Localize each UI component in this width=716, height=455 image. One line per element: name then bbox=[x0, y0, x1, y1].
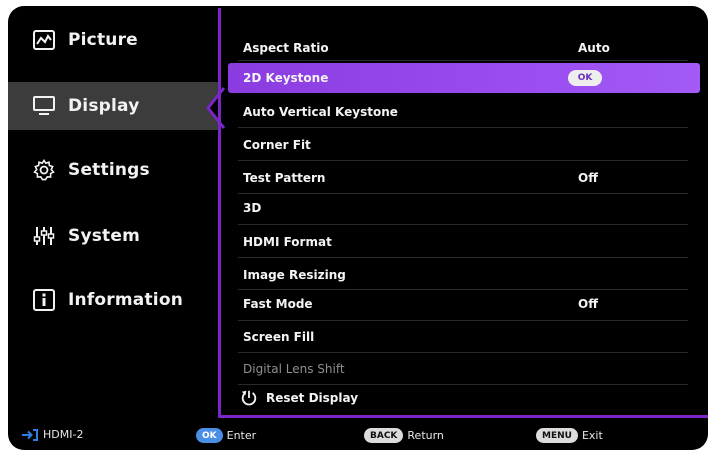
footer-return-hint: BACK Return bbox=[364, 428, 444, 443]
osd-screen: Picture Display Settings System Informat… bbox=[8, 6, 708, 450]
input-source-icon bbox=[22, 428, 38, 441]
footer-enter-hint: OK Enter bbox=[196, 428, 256, 443]
enter-label: Enter bbox=[226, 429, 257, 442]
source-indicator: HDMI-2 bbox=[22, 428, 83, 441]
menu-row-test-pattern[interactable]: Test Pattern Off bbox=[228, 162, 700, 194]
menu-bottom-line bbox=[218, 415, 708, 418]
menu-row-digital-lens-shift: Digital Lens Shift bbox=[228, 353, 700, 385]
back-key-icon: BACK bbox=[364, 428, 404, 443]
sliders-icon bbox=[32, 224, 56, 248]
selection-pointer bbox=[206, 86, 228, 130]
menu-row-hdmi-format[interactable]: HDMI Format bbox=[228, 226, 700, 258]
sidebar-item-system[interactable]: System bbox=[8, 212, 218, 260]
menu-row-value: Auto bbox=[578, 41, 610, 55]
row-separator bbox=[238, 60, 688, 61]
menu-row-image-resizing[interactable]: Image Resizing bbox=[228, 259, 700, 291]
ok-badge[interactable]: OK bbox=[568, 70, 602, 86]
menu-row-corner-fit[interactable]: Corner Fit bbox=[228, 129, 700, 161]
menu-row-label: Corner Fit bbox=[243, 138, 311, 152]
menu-row-label: 2D Keystone bbox=[243, 71, 329, 85]
menu-divider bbox=[218, 8, 221, 418]
sidebar-item-label: Settings bbox=[68, 160, 150, 180]
menu-row-3d[interactable]: 3D bbox=[228, 192, 700, 224]
menu-row-2d-keystone[interactable]: 2D Keystone OK bbox=[228, 63, 700, 93]
row-separator bbox=[238, 257, 688, 258]
menu-row-label: Auto Vertical Keystone bbox=[243, 105, 398, 119]
menu-row-label: Aspect Ratio bbox=[243, 41, 329, 55]
menu-row-label: HDMI Format bbox=[243, 235, 332, 249]
menu-row-label: 3D bbox=[243, 201, 262, 215]
monitor-icon bbox=[32, 94, 56, 118]
sidebar-item-label: Display bbox=[68, 96, 140, 116]
row-separator bbox=[238, 224, 688, 225]
footer-exit-hint: MENU Exit bbox=[536, 428, 603, 443]
menu-row-label: Screen Fill bbox=[243, 330, 315, 344]
sidebar-item-display[interactable]: Display bbox=[8, 82, 218, 130]
sidebar-item-picture[interactable]: Picture bbox=[8, 16, 218, 64]
menu-row-reset-display[interactable]: Reset Display bbox=[228, 382, 700, 414]
row-separator bbox=[238, 160, 688, 161]
menu-row-value: Off bbox=[578, 171, 598, 185]
menu-row-label: Fast Mode bbox=[243, 297, 313, 311]
return-label: Return bbox=[407, 429, 444, 442]
menu-row-label: Test Pattern bbox=[243, 171, 326, 185]
gear-icon bbox=[32, 158, 56, 182]
picture-icon bbox=[32, 28, 56, 52]
exit-label: Exit bbox=[581, 429, 603, 442]
menu-row-label: Image Resizing bbox=[243, 268, 346, 282]
menu-row-label: Digital Lens Shift bbox=[243, 362, 345, 376]
row-separator bbox=[238, 127, 688, 128]
menu-row-value: Off bbox=[578, 297, 598, 311]
sidebar-item-label: Picture bbox=[68, 30, 138, 50]
sidebar-item-label: Information bbox=[68, 290, 184, 310]
sidebar-item-information[interactable]: Information bbox=[8, 276, 218, 324]
info-icon bbox=[32, 288, 56, 312]
menu-row-fast-mode[interactable]: Fast Mode Off bbox=[228, 288, 700, 320]
menu-row-auto-vertical-keystone[interactable]: Auto Vertical Keystone bbox=[228, 96, 700, 128]
footer-bar: HDMI-2 OK Enter BACK Return MENU Exit bbox=[8, 422, 708, 450]
menu-row-label: Reset Display bbox=[266, 391, 359, 405]
reset-icon bbox=[241, 390, 257, 406]
sidebar-item-label: System bbox=[68, 226, 141, 246]
ok-key-icon: OK bbox=[196, 428, 223, 443]
sidebar: Picture Display Settings System Informat… bbox=[8, 6, 218, 418]
menu-key-icon: MENU bbox=[536, 428, 578, 443]
menu-row-screen-fill[interactable]: Screen Fill bbox=[228, 321, 700, 353]
sidebar-item-settings[interactable]: Settings bbox=[8, 146, 218, 194]
source-label: HDMI-2 bbox=[43, 428, 84, 441]
